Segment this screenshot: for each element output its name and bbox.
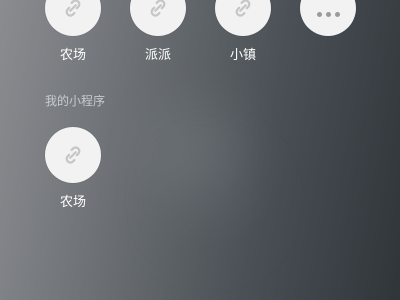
app-label: 小镇: [229, 48, 256, 63]
app-label: 农场: [59, 195, 86, 210]
app-label: 派派: [144, 48, 171, 63]
app-icon-circle: [45, 0, 101, 36]
app-icon-circle: [130, 0, 186, 36]
mini-program-link-icon: [65, 146, 81, 164]
recent-app-farm[interactable]: 农场: [45, 0, 101, 63]
mini-program-link-icon: [65, 0, 81, 17]
background-blur: [170, 160, 250, 240]
mini-program-link-icon: [150, 0, 166, 17]
app-icon-circle: [215, 0, 271, 36]
app-icon-circle: [300, 0, 356, 36]
recent-app-town[interactable]: 小镇: [215, 0, 271, 63]
screen: { "recent_apps": [ {"label": "农场", "icon…: [0, 0, 400, 300]
more-button[interactable]: [300, 0, 356, 44]
section-title-my-programs: 我的小程序: [45, 94, 106, 108]
mini-program-link-icon: [235, 0, 251, 17]
app-label: 农场: [59, 48, 86, 63]
recent-app-paipai[interactable]: 派派: [130, 0, 186, 63]
more-dots-icon: [316, 11, 340, 17]
app-icon-circle: [45, 127, 101, 183]
my-app-farm[interactable]: 农场: [45, 127, 101, 210]
